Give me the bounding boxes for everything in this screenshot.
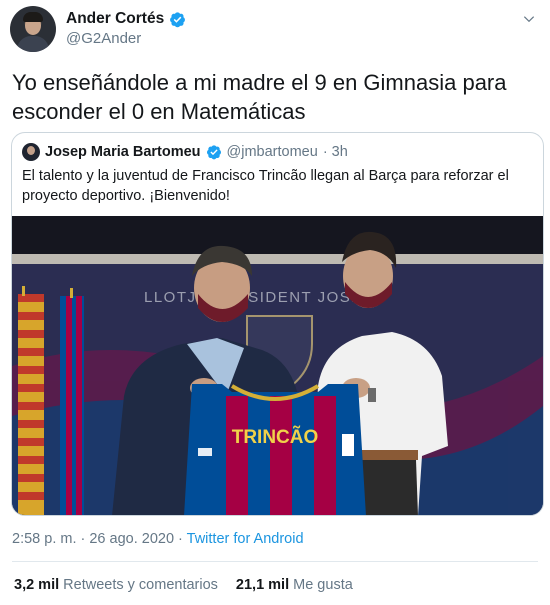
- quoted-time: · 3h: [322, 144, 348, 160]
- tweet-header: Ander Cortés @G2Ander: [10, 6, 540, 54]
- verified-badge-icon: [206, 145, 221, 160]
- likes-stat[interactable]: 21,1 mil Me gusta: [236, 577, 353, 593]
- author-name[interactable]: Ander Cortés: [66, 10, 164, 28]
- likes-count: 21,1 mil: [235, 577, 290, 593]
- tweet-text-line-2: esconder el 0 en Matemáticas: [12, 99, 306, 124]
- retweets-label: Retweets y comentarios: [63, 577, 218, 593]
- retweets-count: 3,2 mil: [14, 577, 60, 593]
- author-avatar[interactable]: [10, 6, 56, 52]
- likes-label: Me gusta: [293, 577, 353, 593]
- quoted-author-handle: @jmbartomeu: [226, 144, 318, 160]
- tweet-source-link[interactable]: Twitter for Android: [187, 531, 304, 547]
- chevron-down-icon[interactable]: [522, 12, 536, 26]
- meta-separator: ·: [174, 531, 187, 547]
- quoted-tweet-photo[interactable]: LLOTJA PRESIDENT JOSEP TRINCÃO: [12, 216, 543, 515]
- quoted-tweet-text: El talento y la juventud de Francisco Tr…: [22, 168, 509, 204]
- quoted-tweet-header: Josep Maria Bartomeu @jmbartomeu · 3h: [22, 143, 348, 161]
- verified-badge-icon: [170, 11, 186, 27]
- retweets-stat[interactable]: 3,2 mil Retweets y comentarios: [14, 577, 218, 593]
- tweet-text-line-1: Yo enseñándole a mi madre el 9 en Gimnas…: [12, 70, 507, 95]
- tweet-text: Yo enseñándole a mi madre el 9 en Gimnas…: [12, 68, 537, 126]
- tweet-stats: 3,2 mil Retweets y comentarios 21,1 mil …: [14, 577, 353, 593]
- quoted-tweet-card[interactable]: Josep Maria Bartomeu @jmbartomeu · 3h El…: [11, 132, 544, 516]
- quoted-author-name: Josep Maria Bartomeu: [45, 144, 201, 160]
- author-handle[interactable]: @G2Ander: [66, 30, 141, 47]
- backdrop-text: LLOTJA PRESIDENT JOSEP: [144, 289, 374, 306]
- author-name-row[interactable]: Ander Cortés: [66, 10, 186, 28]
- quoted-author-avatar: [22, 143, 40, 161]
- jersey-name: TRINCÃO: [232, 426, 319, 448]
- presentation-photo: LLOTJA PRESIDENT JOSEP TRINCÃO: [12, 216, 543, 515]
- tweet-timestamp[interactable]: 2:58 p. m. · 26 ago. 2020: [12, 531, 174, 547]
- tweet-meta: 2:58 p. m. · 26 ago. 2020 · Twitter for …: [12, 531, 304, 547]
- divider: [12, 561, 538, 562]
